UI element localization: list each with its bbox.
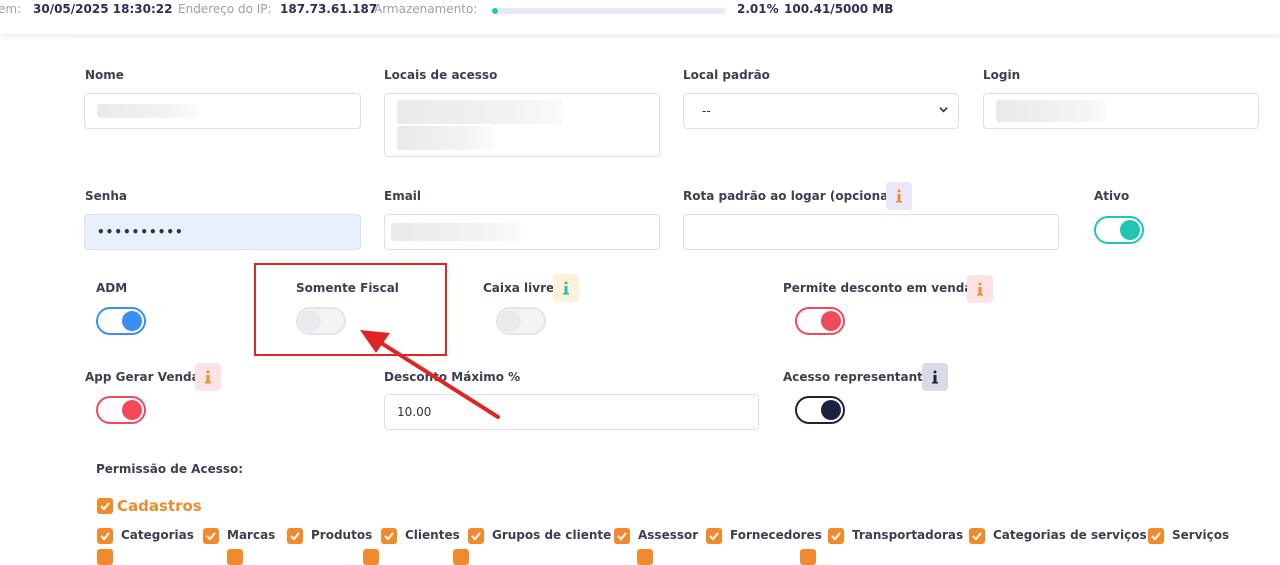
servicos-checkbox[interactable] <box>1148 528 1164 544</box>
last-login-label: em: <box>0 2 22 16</box>
divider <box>70 36 1280 37</box>
rota-input[interactable] <box>683 214 1059 250</box>
local-padrao-label: Local padrão <box>683 68 770 82</box>
redacted-text <box>996 100 1106 122</box>
email-input[interactable] <box>384 214 660 250</box>
produtos-checkbox[interactable] <box>287 528 303 544</box>
acesso-representante-label: Acesso representante <box>783 370 932 384</box>
adm-toggle[interactable] <box>96 307 146 335</box>
storage-usage: 100.41/5000 MB <box>784 2 894 16</box>
permission-label: Categorias <box>121 528 194 542</box>
ativo-label: Ativo <box>1094 189 1130 203</box>
storage-progress-bar <box>492 8 726 14</box>
clientes-checkbox[interactable] <box>381 528 397 544</box>
permission-label: Grupos de cliente <box>492 528 612 542</box>
assessor-checkbox[interactable] <box>614 528 630 544</box>
senha-input[interactable]: •••••••••• <box>84 214 361 250</box>
check-icon <box>617 532 627 541</box>
nome-label: Nome <box>85 68 124 82</box>
permission-label: Assessor <box>638 528 699 542</box>
app-gerar-venda-label: App Gerar Venda <box>85 370 200 384</box>
permission-label: Clientes <box>405 528 460 542</box>
storage-progress-fill <box>492 8 498 14</box>
acesso-representante-toggle[interactable] <box>795 396 845 424</box>
permission-label: Serviços <box>1172 528 1230 542</box>
redacted-text <box>97 104 197 118</box>
permission-checkbox[interactable] <box>97 549 113 565</box>
redacted-text <box>391 223 521 241</box>
caixa-livre-label: Caixa livre <box>483 281 555 295</box>
info-icon <box>896 189 902 203</box>
senha-label: Senha <box>85 189 127 203</box>
check-icon <box>206 532 216 541</box>
rota-label: Rota padrão ao logar (opcional) <box>683 189 898 203</box>
annotation-arrow <box>360 330 500 419</box>
locais-multiselect[interactable] <box>384 93 660 157</box>
login-label: Login <box>983 68 1021 82</box>
local-padrao-value: -- <box>702 104 711 118</box>
app-gerar-venda-toggle[interactable] <box>96 396 146 424</box>
adm-label: ADM <box>96 281 128 295</box>
check-icon <box>290 532 300 541</box>
info-icon <box>563 281 569 295</box>
cadastros-section-title: Cadastros <box>117 497 202 515</box>
toggle-knob <box>122 311 142 331</box>
check-icon <box>100 502 110 511</box>
status-bar: em: 30/05/2025 18:30:22 Endereço do IP: … <box>0 0 1280 34</box>
caixa-livre-info-button[interactable] <box>553 274 579 302</box>
check-icon <box>384 532 394 541</box>
acesso-representante-info-button[interactable] <box>922 363 948 391</box>
cadastros-checkbox[interactable] <box>97 498 113 514</box>
login-input[interactable] <box>983 93 1259 129</box>
ip-label: Endereço do IP: <box>178 2 272 16</box>
local-padrao-select[interactable]: -- <box>683 93 959 129</box>
permission-label: Fornecedores <box>730 528 822 542</box>
app-gerar-venda-info-button[interactable] <box>195 363 221 391</box>
check-icon <box>100 532 110 541</box>
permite-desconto-info-button[interactable] <box>967 275 993 303</box>
check-icon <box>1151 532 1161 541</box>
permission-label: Produtos <box>311 528 373 542</box>
rota-info-button[interactable] <box>886 182 912 210</box>
check-icon <box>471 532 481 541</box>
permissions-title: Permissão de Acesso: <box>96 462 244 476</box>
info-icon <box>932 370 938 384</box>
permission-checkbox[interactable] <box>800 549 816 565</box>
check-icon <box>709 532 719 541</box>
info-icon <box>977 282 983 296</box>
transportadoras-checkbox[interactable] <box>828 528 844 544</box>
info-icon <box>205 370 211 384</box>
storage-percent: 2.01% <box>737 2 779 16</box>
check-icon <box>972 532 982 541</box>
email-label: Email <box>384 189 422 203</box>
chevron-down-icon <box>939 107 948 113</box>
permission-checkbox[interactable] <box>637 549 653 565</box>
grupos-cliente-checkbox[interactable] <box>468 528 484 544</box>
permission-label: Transportadoras <box>852 528 964 542</box>
toggle-knob <box>821 311 841 331</box>
toggle-knob <box>122 400 142 420</box>
categorias-checkbox[interactable] <box>97 528 113 544</box>
toggle-knob <box>821 400 841 420</box>
categorias-servicos-checkbox[interactable] <box>969 528 985 544</box>
fornecedores-checkbox[interactable] <box>706 528 722 544</box>
ativo-toggle[interactable] <box>1094 216 1144 244</box>
storage-label: Armazenamento: <box>374 2 478 16</box>
permission-checkbox[interactable] <box>363 549 379 565</box>
check-icon <box>831 532 841 541</box>
ip-value: 187.73.61.187 <box>280 2 378 16</box>
locais-label: Locais de acesso <box>384 68 498 82</box>
toggle-knob <box>1120 220 1140 240</box>
redacted-option <box>397 100 563 124</box>
nome-input[interactable] <box>84 93 361 129</box>
redacted-option <box>397 126 493 150</box>
permission-checkbox[interactable] <box>227 549 243 565</box>
permite-desconto-label: Permite desconto em vendas <box>783 281 980 295</box>
permission-label: Marcas <box>227 528 276 542</box>
permission-label: Categorias de serviços <box>993 528 1147 542</box>
marcas-checkbox[interactable] <box>203 528 219 544</box>
last-login-value: 30/05/2025 18:30:22 <box>33 2 173 16</box>
permite-desconto-toggle[interactable] <box>795 307 845 335</box>
permission-checkbox[interactable] <box>453 549 469 565</box>
